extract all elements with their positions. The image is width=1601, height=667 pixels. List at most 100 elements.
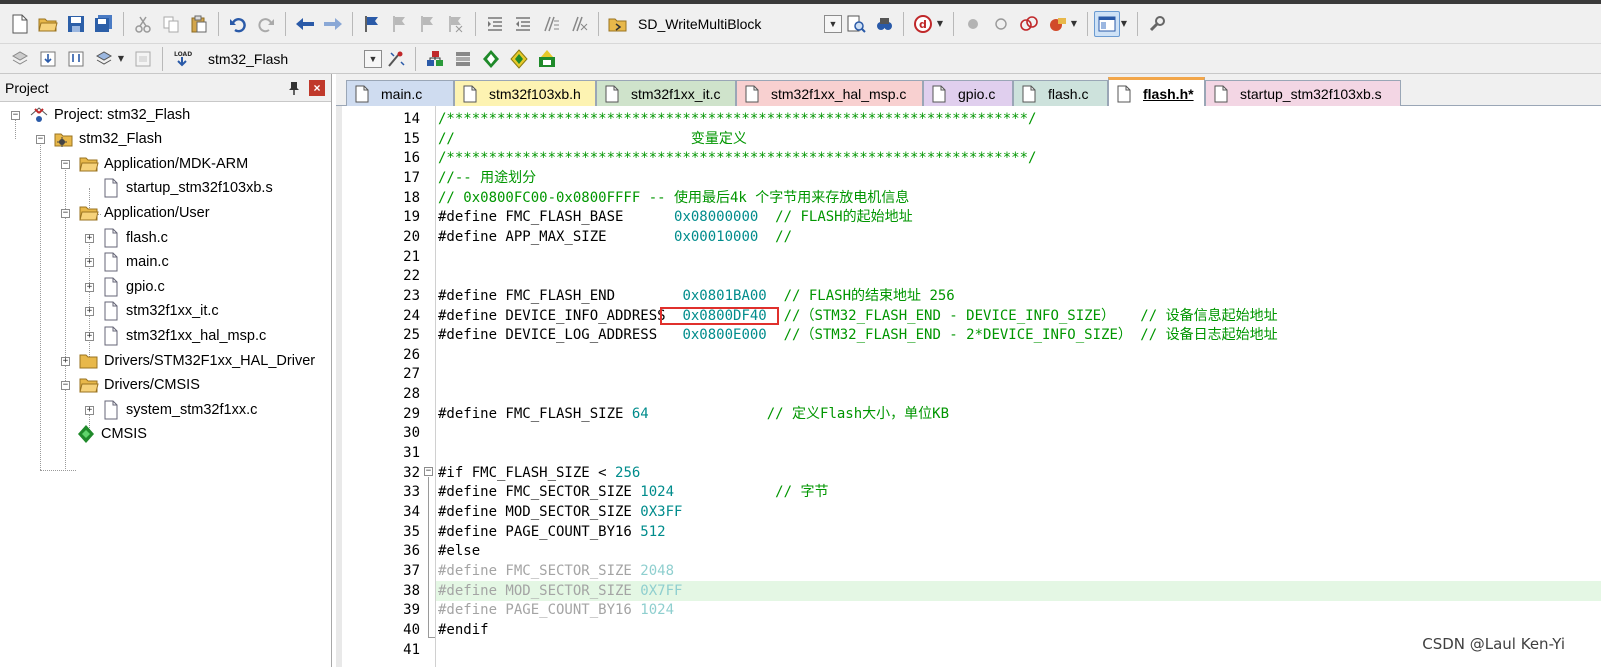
expand-icon[interactable]: + [61, 357, 70, 366]
debug-session-icon[interactable]: d [910, 11, 936, 37]
translate-icon[interactable] [7, 46, 33, 72]
tab-stm32f1xx-hal-msp-c[interactable]: stm32f1xx_hal_msp.c [736, 80, 923, 106]
expand-icon[interactable]: + [85, 258, 94, 267]
find-icon[interactable] [843, 11, 869, 37]
indent-icon[interactable] [482, 11, 508, 37]
tab-main-c[interactable]: main.c [346, 80, 454, 106]
expand-icon[interactable]: + [85, 406, 94, 415]
tree-item-file[interactable]: + system_stm32f1xx.c [85, 398, 257, 422]
chevron-down-icon[interactable]: ▼ [935, 19, 945, 28]
tree-item-group[interactable]: − Drivers/CMSIS [61, 373, 200, 397]
kill-breakpoints-icon[interactable] [1044, 11, 1070, 37]
paste-icon[interactable] [186, 11, 212, 37]
collapse-icon[interactable]: − [11, 111, 20, 120]
code-token: // 定义Flash大小，单位KB [648, 405, 950, 422]
find-in-files-icon[interactable] [605, 11, 631, 37]
tab-stm32f1xx-it-c[interactable]: stm32f1xx_it.c [596, 80, 736, 106]
copy-icon[interactable] [158, 11, 184, 37]
collapse-icon[interactable]: − [61, 209, 70, 218]
tree-item-file[interactable]: + stm32f1xx_it.c [85, 299, 219, 323]
fold-collapse-icon[interactable]: − [424, 467, 433, 476]
code-area[interactable]: /***************************************… [436, 106, 1601, 667]
code-token: /***************************************… [438, 150, 1037, 167]
open-folder-icon[interactable] [35, 11, 61, 37]
enable-breakpoint-icon[interactable] [988, 11, 1014, 37]
batch-build-icon[interactable] [91, 46, 117, 72]
find-target-combo[interactable]: SD_WriteMultiBlock ▼ [632, 13, 842, 35]
manage-run-time-environment-icon[interactable] [478, 46, 504, 72]
collapse-icon[interactable]: − [61, 381, 70, 390]
tree-item-file[interactable]: + flash.c [85, 226, 168, 250]
bookmark-icon[interactable] [359, 11, 385, 37]
incremental-find-icon[interactable] [871, 11, 897, 37]
tree-item-file[interactable]: startup_stm32f103xb.s [101, 176, 273, 200]
clear-bookmarks-icon[interactable] [443, 11, 469, 37]
disable-breakpoints-icon[interactable] [1016, 11, 1042, 37]
pack-installer-components-icon[interactable] [534, 46, 560, 72]
code-line: #define FMC_SECTOR_SIZE 1024 // 字节 [436, 482, 1601, 502]
tree-item-file[interactable]: + gpio.c [85, 275, 165, 299]
download-load-icon[interactable]: LOAD [169, 46, 195, 72]
expand-icon[interactable]: + [85, 332, 94, 341]
chevron-down-icon[interactable]: ▼ [364, 49, 382, 68]
code-editor[interactable]: 14 15 16 17 18 19 20 21 22 23 24 25 26 27 28 29 30 31 32 33… [336, 106, 1601, 667]
expand-icon[interactable]: + [85, 283, 94, 292]
save-all-icon[interactable] [91, 11, 117, 37]
cut-icon[interactable] [130, 11, 156, 37]
tab-flash-c[interactable]: flash.c [1013, 80, 1108, 106]
collapse-icon[interactable]: − [36, 135, 45, 144]
tab-gpio-c[interactable]: gpio.c [923, 80, 1013, 106]
tree-item-component[interactable]: CMSIS [76, 422, 147, 446]
pack-installer-icon[interactable] [506, 46, 532, 72]
toolbar-separator [123, 11, 124, 36]
navigate-back-icon[interactable] [292, 11, 318, 37]
comment-selection-icon[interactable] [538, 11, 564, 37]
unindent-icon[interactable] [510, 11, 536, 37]
save-icon[interactable] [63, 11, 89, 37]
window-layout-icon[interactable] [1094, 10, 1120, 37]
target-select-combo[interactable]: stm32_Flash ▼ [202, 48, 382, 70]
chevron-down-icon[interactable]: ▼ [824, 14, 842, 33]
toolbar-separator [352, 11, 353, 36]
chevron-down-icon[interactable]: ▼ [116, 54, 126, 63]
tree-item-target[interactable]: − stm32_Flash [36, 127, 162, 151]
toolbar-separator [218, 11, 219, 36]
redo-icon[interactable] [253, 11, 279, 37]
tab-startup-stm32f103xb-s[interactable]: startup_stm32f103xb.s [1205, 80, 1401, 106]
chevron-down-icon[interactable]: ▼ [1069, 19, 1079, 28]
insert-breakpoint-icon[interactable] [960, 11, 986, 37]
tree-item-group[interactable]: + Drivers/STM32F1xx_HAL_Driver [61, 349, 315, 373]
configure-wrench-icon[interactable] [1144, 11, 1170, 37]
options-for-target-icon[interactable] [383, 46, 409, 72]
code-token: #endif [438, 621, 489, 638]
tab-stm32f103xb-h[interactable]: stm32f103xb.h [454, 80, 596, 106]
tree-item-file[interactable]: + main.c [85, 250, 169, 274]
stop-build-icon[interactable] [130, 46, 156, 72]
tree-item-group[interactable]: − Application/MDK-ARM [61, 152, 248, 176]
collapse-icon[interactable]: − [61, 160, 70, 169]
expand-icon[interactable]: + [85, 234, 94, 243]
uncomment-selection-icon[interactable] [566, 11, 592, 37]
next-bookmark-icon[interactable] [415, 11, 441, 37]
tab-flash-h[interactable]: flash.h* [1108, 77, 1205, 107]
select-packs-icon[interactable] [450, 46, 476, 72]
navigate-forward-icon[interactable] [320, 11, 346, 37]
close-icon[interactable]: × [309, 79, 325, 96]
code-token: #define MOD_SECTOR_SIZE [438, 504, 641, 520]
tree-item-project[interactable]: − Project: stm32_Flash [11, 103, 190, 127]
pin-icon[interactable] [287, 81, 301, 95]
code-line: //-- 用途划分 [436, 168, 1601, 188]
main-toolbar: SD_WriteMultiBlock ▼ d ▼ ▼ ▼ [0, 0, 1601, 44]
tree-item-file[interactable]: + stm32f1xx_hal_msp.c [85, 324, 266, 348]
tree-item-group[interactable]: − Application/User [61, 201, 210, 225]
undo-icon[interactable] [225, 11, 251, 37]
new-file-icon[interactable] [7, 11, 33, 37]
toolbar-separator [953, 11, 954, 36]
build-icon[interactable] [35, 46, 61, 72]
manage-project-items-icon[interactable] [422, 46, 448, 72]
prev-bookmark-icon[interactable] [387, 11, 413, 37]
rebuild-icon[interactable] [63, 46, 89, 72]
chevron-down-icon[interactable]: ▼ [1119, 19, 1129, 28]
expand-icon[interactable]: + [85, 307, 94, 316]
